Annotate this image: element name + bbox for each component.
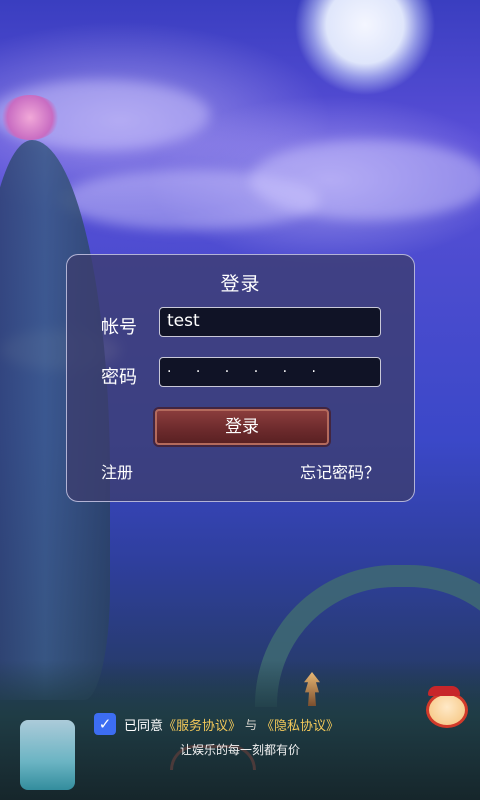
agreement-row: ✓ 已同意 《服务协议》 与 《隐私协议》 — [94, 712, 339, 736]
password-value: · · · · · · — [167, 364, 326, 380]
account-input[interactable]: test — [159, 307, 381, 337]
login-button[interactable]: 登录 — [155, 409, 329, 445]
register-link[interactable]: 注册 — [101, 459, 133, 483]
login-card: 登录 帐号 test 密码 · · · · · · 登录 注册 忘记密码？ — [66, 254, 415, 502]
agreement-prefix: 已同意 — [124, 718, 164, 734]
fortune-mascot-icon — [418, 686, 470, 728]
forgot-password-link[interactable]: 忘记密码？ — [300, 459, 380, 483]
checkmark-icon: ✓ — [98, 715, 112, 733]
agreement-checkbox[interactable]: ✓ — [94, 713, 116, 735]
login-screen: 登录 帐号 test 密码 · · · · · · 登录 注册 忘记密码？ ✓ … — [0, 0, 480, 800]
mascot-hat — [428, 686, 460, 696]
mascot-face — [426, 692, 468, 728]
slogan-text: 让娱乐的每一刻都有价 — [179, 743, 300, 757]
password-label: 密码 — [101, 367, 137, 388]
password-input[interactable]: · · · · · · — [159, 357, 381, 387]
blossom-tree — [0, 95, 60, 140]
agreement-and: 与 — [245, 717, 258, 732]
login-title: 登录 — [220, 273, 261, 295]
cloud — [250, 140, 480, 220]
privacy-agreement-link[interactable]: 《隐私协议》 — [261, 715, 339, 734]
service-agreement-link[interactable]: 《服务协议》 — [163, 715, 241, 734]
account-label: 帐号 — [101, 317, 137, 338]
account-value: test — [167, 311, 200, 331]
